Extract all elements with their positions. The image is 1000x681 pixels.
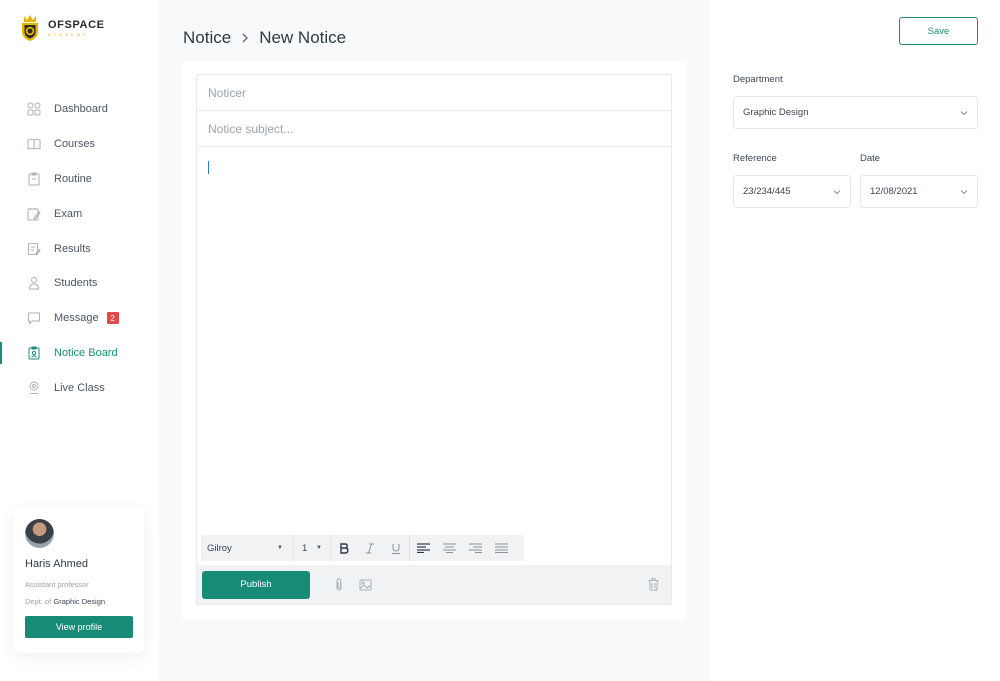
profile-card: Haris Ahmed Assistant professor Dept. of… [14, 508, 144, 653]
profile-dept-name: Graphic Design [53, 597, 106, 606]
sidebar-item-label: Notice Board [54, 346, 118, 359]
message-count-badge: 2 [106, 312, 119, 325]
image-icon [359, 579, 371, 590]
breadcrumb-current: New Notice [259, 28, 347, 47]
formatting-toolbar: Gilroy ▼ 1 ▼ [201, 535, 524, 561]
sidebar-item-label: Students [54, 277, 98, 290]
align-center-button[interactable] [436, 535, 462, 561]
underline-button[interactable] [383, 535, 409, 561]
attach-button[interactable] [332, 578, 346, 592]
profile-dept-prefix: Dept. of [25, 597, 52, 606]
paperclip-icon [336, 578, 342, 591]
notice-icon [27, 346, 41, 360]
logo-name: OFSPACE [48, 18, 105, 31]
date-label: Date [860, 153, 881, 164]
sidebar-item-dashboard[interactable]: Dashboard [0, 92, 158, 127]
student-icon [27, 276, 41, 290]
notice-editor: Gilroy ▼ 1 ▼ [196, 74, 672, 605]
chevron-down-icon [960, 189, 968, 194]
exam-icon [27, 207, 41, 221]
logo-sub: ACADEMY [48, 31, 89, 37]
department-select[interactable]: Graphic Design [733, 96, 978, 129]
sidebar-item-exam[interactable]: Exam [0, 196, 158, 231]
view-profile-button[interactable]: View profile [25, 616, 133, 638]
dashboard-icon [27, 102, 41, 116]
font-family-value: Gilroy [207, 542, 232, 554]
editor-panel: Gilroy ▼ 1 ▼ [182, 61, 686, 620]
sidebar-item-label: Results [54, 242, 91, 255]
delete-button[interactable] [646, 577, 660, 591]
align-justify-button[interactable] [488, 535, 514, 561]
caret-down-icon: ▼ [277, 545, 283, 551]
sidebar-item-label: Live Class [54, 381, 105, 394]
department-value: Graphic Design [743, 107, 809, 118]
avatar [25, 519, 54, 548]
text-caret [208, 161, 209, 174]
align-right-icon [468, 543, 482, 553]
bold-button[interactable] [331, 535, 357, 561]
notice-settings-panel: Save Department Graphic Design Reference… [710, 0, 1000, 681]
sidebar-item-notice-board[interactable]: Notice Board [0, 336, 158, 371]
align-justify-icon [494, 543, 508, 553]
breadcrumb: Notice New Notice [183, 28, 346, 48]
underline-icon [392, 543, 400, 554]
logo[interactable]: OFSPACE ACADEMY [20, 14, 105, 42]
align-right-button[interactable] [462, 535, 488, 561]
sidebar-item-message[interactable]: Message 2 [0, 301, 158, 336]
sidebar: OFSPACE ACADEMY Dashboard Courses Routin… [0, 0, 158, 681]
noticer-field [197, 75, 671, 111]
bold-icon [340, 542, 349, 554]
profile-name: Haris Ahmed [25, 558, 88, 570]
chevron-down-icon [833, 189, 841, 194]
sidebar-item-label: Dashboard [54, 103, 108, 116]
department-label: Department [733, 74, 783, 85]
noticer-input[interactable] [208, 85, 671, 100]
sidebar-item-students[interactable]: Students [0, 266, 158, 301]
sidebar-item-label: Message [54, 312, 99, 325]
reference-label: Reference [733, 153, 777, 164]
editor-action-bar: Publish [197, 565, 671, 604]
logo-crest-icon [22, 15, 38, 41]
sidebar-item-live-class[interactable]: Live Class [0, 370, 158, 405]
main-content: Notice New Notice Gilroy ▼ 1 [158, 0, 710, 681]
insert-image-button[interactable] [358, 578, 372, 592]
date-value: 12/08/2021 [870, 186, 918, 197]
align-center-icon [442, 543, 456, 553]
live-icon [27, 381, 41, 395]
book-icon [27, 137, 41, 151]
font-family-select[interactable]: Gilroy ▼ [201, 535, 294, 561]
caret-down-icon: ▼ [316, 545, 322, 551]
sidebar-item-courses[interactable]: Courses [0, 127, 158, 162]
notice-body-textarea[interactable] [197, 147, 671, 534]
sidebar-item-results[interactable]: Results [0, 231, 158, 266]
chevron-down-icon [960, 110, 968, 115]
publish-button[interactable]: Publish [202, 570, 310, 599]
sidebar-item-label: Exam [54, 207, 83, 220]
reference-select[interactable]: 23/234/445 [733, 175, 851, 208]
save-button[interactable]: Save [899, 17, 978, 45]
profile-role: Assistant professor [25, 580, 89, 589]
trash-icon [648, 577, 658, 590]
clipboard-icon [27, 172, 41, 186]
message-icon [27, 311, 41, 325]
sidebar-item-routine[interactable]: Routine [0, 162, 158, 197]
align-left-button[interactable] [410, 535, 436, 561]
profile-department: Dept. of Graphic Design [25, 597, 133, 606]
breadcrumb-parent[interactable]: Notice [183, 28, 231, 48]
font-size-value: 1 [302, 542, 308, 554]
italic-button[interactable] [357, 535, 383, 561]
subject-input[interactable] [208, 121, 671, 136]
chevron-right-icon [241, 30, 249, 46]
font-size-select[interactable]: 1 ▼ [294, 535, 331, 561]
sidebar-item-label: Routine [54, 172, 92, 185]
subject-field [197, 111, 671, 147]
align-left-icon [416, 543, 430, 553]
date-select[interactable]: 12/08/2021 [860, 175, 978, 208]
sidebar-item-label: Courses [54, 138, 95, 151]
results-icon [27, 242, 41, 256]
italic-icon [366, 543, 374, 553]
reference-value: 23/234/445 [743, 186, 791, 197]
sidebar-nav: Dashboard Courses Routine Exam Results S… [0, 92, 158, 405]
